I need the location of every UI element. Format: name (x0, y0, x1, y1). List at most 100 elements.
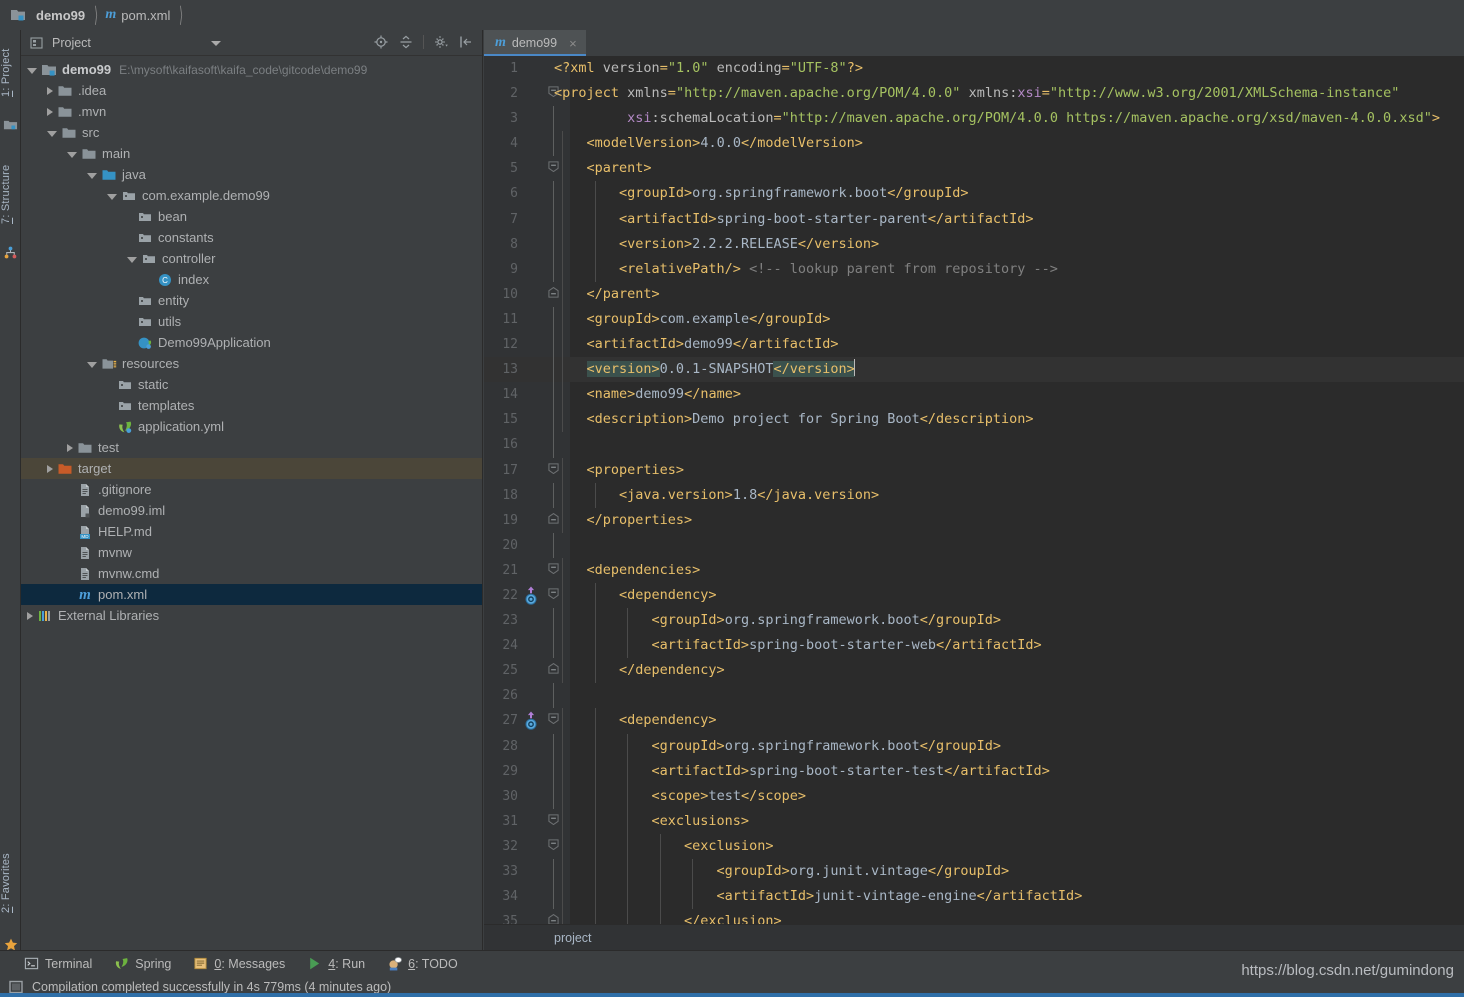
code-line[interactable]: 22 <dependency> (484, 582, 1464, 609)
package-icon (121, 188, 137, 204)
locate-icon[interactable] (373, 34, 389, 50)
chevron-right-icon[interactable] (47, 86, 53, 95)
tree-item-src[interactable]: src (21, 122, 482, 143)
tree-item-static[interactable]: static (21, 374, 482, 395)
tree-item-target[interactable]: target (21, 458, 482, 479)
tree-item-java[interactable]: java (21, 164, 482, 185)
chevron-down-icon[interactable] (67, 151, 77, 158)
chevron-down-icon[interactable] (107, 193, 117, 200)
settings-gear-icon[interactable] (433, 34, 449, 50)
close-icon[interactable]: × (569, 36, 577, 51)
chevron-right-icon[interactable] (47, 107, 53, 116)
code-line[interactable]: 24 <artifactId>spring-boot-starter-web</… (484, 633, 1464, 659)
chevron-right-icon[interactable] (27, 611, 33, 620)
tree-item-test[interactable]: test (21, 437, 482, 458)
code-line[interactable]: 15 <description>Demo project for Spring … (484, 407, 1464, 433)
tree-item-constants[interactable]: constants (21, 227, 482, 248)
code-line[interactable]: 23 <groupId>org.springframework.boot</gr… (484, 608, 1464, 634)
collapse-all-icon[interactable] (398, 34, 414, 50)
tree-item-demo99[interactable]: demo99 E:\mysoft\kaifasoft\kaifa_code\git… (21, 59, 482, 80)
tree-item-demo99application[interactable]: Demo99Application (21, 332, 482, 353)
bottom-tool-todo[interactable]: 6: TODO (387, 956, 458, 971)
bottom-tool-spring[interactable]: Spring (114, 956, 171, 971)
tree-item-com-example-demo99[interactable]: com.example.demo99 (21, 185, 482, 206)
code-line[interactable]: 26 (484, 683, 1464, 709)
chevron-down-icon[interactable] (211, 41, 221, 46)
breadcrumb-item-module[interactable]: demo99 (6, 0, 87, 30)
code-line[interactable]: 1 <?xml version="1.0" encoding="UTF-8"?> (484, 56, 1464, 81)
sidebar-tab-favorites[interactable]: 2: Favorites (0, 837, 21, 929)
tree-item-demo99-iml[interactable]: demo99.iml (21, 500, 482, 521)
code-line[interactable]: 21 <dependencies> (484, 557, 1464, 583)
chevron-down-icon[interactable] (47, 130, 57, 137)
code-line[interactable]: 3 xsi:schemaLocation="http://maven.apach… (484, 106, 1464, 132)
tree-item-help-md[interactable]: MD HELP.md (21, 521, 482, 542)
project-tree[interactable]: demo99 E:\mysoft\kaifasoft\kaifa_code\git… (21, 57, 482, 950)
code-line[interactable]: 7 <artifactId>spring-boot-starter-parent… (484, 206, 1464, 232)
tree-item-resources[interactable]: resources (21, 353, 482, 374)
code-viewport[interactable]: 1 <?xml version="1.0" encoding="UTF-8"?> 2… (484, 56, 1464, 924)
code-line[interactable]: 11 <groupId>com.example</groupId> (484, 306, 1464, 333)
code-line[interactable]: 33 <groupId>org.junit.vintage</groupId> (484, 859, 1464, 885)
code-line[interactable]: 17 <properties> (484, 457, 1464, 483)
code-line[interactable]: 28 <groupId>org.springframework.boot</gr… (484, 733, 1464, 759)
code-line[interactable]: 34 <artifactId>junit-vintage-engine</art… (484, 884, 1464, 910)
tree-item-application-yml[interactable]: application.yml (21, 416, 482, 437)
tree-item-idea[interactable]: .idea (21, 80, 482, 101)
code-line[interactable]: 12 <artifactId>demo99</artifactId> (484, 332, 1464, 358)
tree-item-external-libraries[interactable]: External Libraries (21, 605, 482, 626)
tree-item-mvnw[interactable]: mvnw (21, 542, 482, 563)
code-line[interactable]: 6 <groupId>org.springframework.boot</gro… (484, 181, 1464, 207)
tree-item-mvnw-cmd[interactable]: mvnw.cmd (21, 563, 482, 584)
code-line[interactable]: 27 <dependency> (484, 708, 1464, 734)
chevron-right-icon[interactable] (67, 443, 73, 452)
code-line[interactable]: 8 <version>2.2.2.RELEASE</version> (484, 231, 1464, 257)
code-line[interactable]: 20 (484, 532, 1464, 558)
chevron-down-icon[interactable] (87, 172, 97, 179)
code-line[interactable]: 2 <project xmlns="http://maven.apache.org… (484, 81, 1464, 106)
sidebar-tab-structure[interactable]: 7: Structure (0, 148, 21, 240)
breadcrumb-xml-element[interactable]: project (554, 931, 592, 945)
code-line[interactable]: 5 <parent> (484, 156, 1464, 182)
maven-dependency-gutter-icon[interactable] (522, 586, 540, 606)
code-line[interactable]: 16 (484, 432, 1464, 458)
tree-item-entity[interactable]: entity (21, 290, 482, 311)
code-line[interactable]: 25 </dependency> (484, 658, 1464, 684)
code-line[interactable]: 30 <scope>test</scope> (484, 783, 1464, 809)
chevron-right-icon[interactable] (47, 464, 53, 473)
tree-item-utils[interactable]: utils (21, 311, 482, 332)
code-line[interactable]: 19 </properties> (484, 507, 1464, 533)
code-line[interactable]: 14 <name>demo99</name> (484, 382, 1464, 408)
tree-item-templates[interactable]: templates (21, 395, 482, 416)
tree-item-controller[interactable]: controller (21, 248, 482, 269)
tree-item-main[interactable]: main (21, 143, 482, 164)
code-token: encoding (716, 60, 782, 76)
code-line[interactable]: 31 <exclusions> (484, 808, 1464, 834)
editor-tab-demo99[interactable]: m demo99 × (484, 30, 586, 56)
code-line[interactable]: 18 <java.version>1.8</java.version> (484, 482, 1464, 508)
maven-dependency-gutter-icon[interactable] (522, 711, 540, 731)
code-token: </exclusion> (554, 913, 782, 924)
code-line[interactable]: 9 <relativePath/> <!-- lookup parent fro… (484, 256, 1464, 282)
code-line[interactable]: 29 <artifactId>spring-boot-starter-test<… (484, 758, 1464, 784)
code-line[interactable]: 35 </exclusion> (484, 909, 1464, 924)
tree-item-mvn[interactable]: .mvn (21, 101, 482, 122)
bottom-tool-messages[interactable]: 0: Messages (193, 956, 285, 971)
code-line[interactable]: 32 <exclusion> (484, 833, 1464, 859)
tree-item-gitignore[interactable]: .gitignore (21, 479, 482, 500)
breadcrumb-item-file[interactable]: m pom.xml (101, 0, 172, 30)
chevron-down-icon[interactable] (27, 67, 37, 74)
hide-panel-icon[interactable] (458, 34, 474, 50)
tree-item-bean[interactable]: bean (21, 206, 482, 227)
bottom-tool-terminal[interactable]: Terminal (24, 956, 92, 971)
sidebar-tab-project[interactable]: 1: Project (0, 34, 21, 112)
chevron-down-icon[interactable] (127, 256, 137, 263)
chevron-down-icon[interactable] (87, 361, 97, 368)
bottom-tool-run[interactable]: 4: Run (307, 956, 365, 971)
tree-item-index[interactable]: Cindex (21, 269, 482, 290)
tree-item-pom-xml[interactable]: m pom.xml (21, 584, 482, 605)
code-content[interactable]: 1 <?xml version="1.0" encoding="UTF-8"?> 2… (484, 56, 1464, 924)
code-line[interactable]: 4 <modelVersion>4.0.0</modelVersion> (484, 131, 1464, 157)
code-line[interactable]: 13 <version>0.0.1-SNAPSHOT</version> (484, 357, 1464, 383)
code-line[interactable]: 10 </parent> (484, 281, 1464, 307)
